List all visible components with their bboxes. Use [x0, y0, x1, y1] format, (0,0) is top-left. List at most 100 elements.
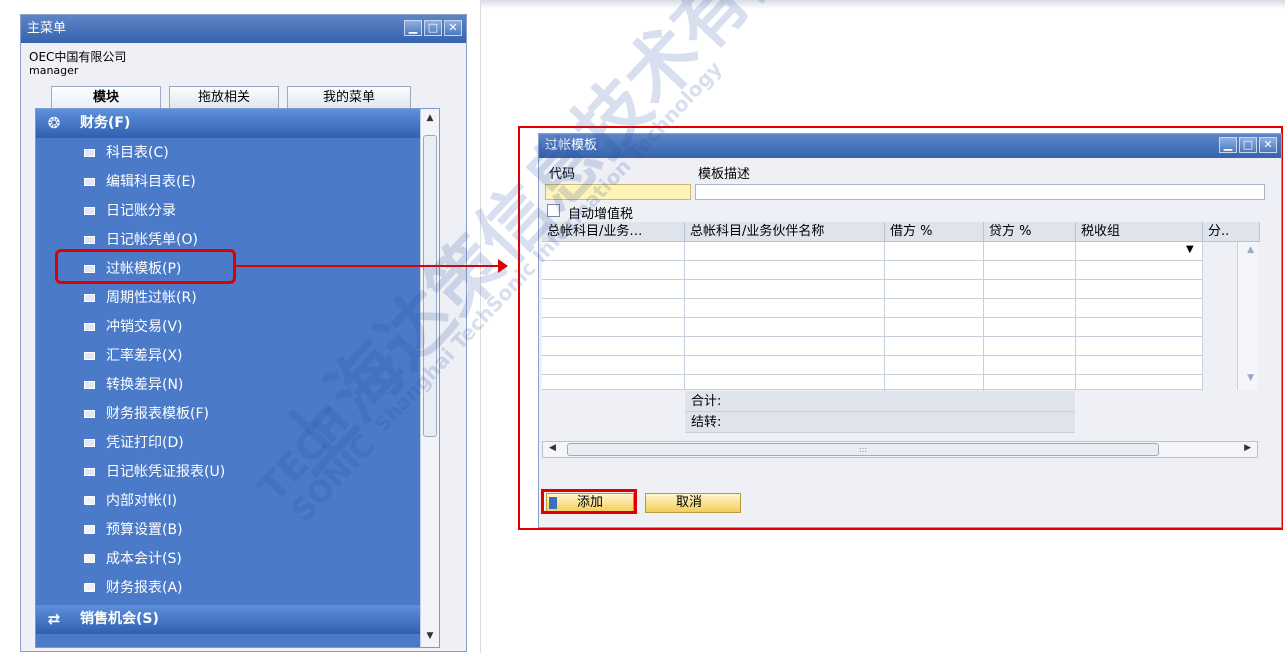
main-menu-titlebar[interactable]: 主菜单 ▁ □ ✕	[21, 15, 466, 43]
tab-my-menu[interactable]: 我的菜单	[287, 86, 411, 108]
maximize-button[interactable]: □	[1239, 137, 1257, 153]
menu-scrollbar[interactable]: ▲ ▼	[420, 109, 439, 647]
menu-item-label: 成本会计(S)	[106, 551, 182, 567]
maximize-button[interactable]: □	[424, 20, 442, 36]
folder-icon	[84, 554, 95, 563]
table-row[interactable]	[542, 242, 1202, 261]
section-opportunities-label: 销售机会(S)	[80, 611, 159, 627]
section-opportunities[interactable]: ⇄ 销售机会(S)	[36, 605, 421, 634]
grid-horizontal-scrollbar[interactable]: ◀ ::: ▶	[542, 441, 1258, 458]
minimize-button[interactable]: ▁	[1219, 137, 1237, 153]
menu-folder-financial-reports[interactable]: 财务报表(A)	[36, 574, 421, 603]
carry-forward-row: 结转:	[685, 412, 1075, 433]
grid-hscroll-thumb[interactable]: :::	[567, 443, 1159, 456]
menu-item-journal-entry[interactable]: 日记账分录	[36, 197, 421, 226]
col-distribution[interactable]: 分..	[1203, 222, 1260, 242]
description-label: 模板描述	[698, 167, 751, 182]
table-row[interactable]	[542, 375, 1202, 390]
menu-item-reverse-transactions[interactable]: 冲销交易(V)	[36, 313, 421, 342]
auto-vat-checkbox[interactable]	[547, 204, 560, 217]
menu-item-label: 转换差异(N)	[106, 377, 184, 393]
grid-line	[684, 242, 685, 390]
scroll-left-icon[interactable]: ◀	[549, 443, 556, 453]
menu-item-label: 科目表(C)	[106, 145, 169, 161]
menu-scroll-thumb[interactable]	[423, 135, 437, 437]
menu-item-label: 凭证打印(D)	[106, 435, 184, 451]
tax-group-dropdown-icon[interactable]: ▼	[1186, 244, 1194, 255]
code-field[interactable]	[545, 184, 691, 200]
scroll-up-icon[interactable]: ▲	[421, 113, 439, 123]
menu-folder-budget-setup[interactable]: 预算设置(B)	[36, 516, 421, 545]
table-row[interactable]	[542, 261, 1202, 280]
table-row[interactable]	[542, 337, 1202, 356]
menu-item-label: 预算设置(B)	[106, 522, 183, 538]
col-gl-name[interactable]: 总帐科目/业务伙伴名称	[685, 222, 885, 242]
menu-folder-cost-accounting[interactable]: 成本会计(S)	[36, 545, 421, 574]
main-menu-title: 主菜单	[27, 21, 67, 36]
section-finance[interactable]: ❂ 财务(F)	[36, 109, 421, 138]
posting-template-titlebar[interactable]: 过帐模板 ▁ □ ✕	[539, 134, 1281, 158]
menu-item-journal-voucher-report[interactable]: 日记帐凭证报表(U)	[36, 458, 421, 487]
callout-arrow-line	[236, 265, 504, 267]
folder-icon	[84, 583, 95, 592]
carry-forward-label: 结转:	[691, 415, 722, 430]
maximize-icon: □	[427, 21, 439, 34]
close-button[interactable]: ✕	[444, 20, 462, 36]
form-icon	[84, 207, 95, 215]
form-icon	[84, 352, 95, 360]
maximize-icon: □	[1242, 138, 1254, 151]
scroll-up-icon[interactable]: ▲	[1247, 245, 1254, 255]
col-tax-group[interactable]: 税收组	[1076, 222, 1203, 242]
posting-template-title: 过帐模板	[545, 138, 598, 153]
menu-item-label: 周期性过帐(R)	[106, 290, 197, 306]
user-name: manager	[29, 64, 79, 77]
grid-line	[1075, 242, 1076, 390]
posting-template-window: 过帐模板 ▁ □ ✕ 代码 模板描述 自动增值税 总帐科目/业务… 总帐科目/业…	[538, 133, 1282, 528]
col-credit-pct[interactable]: 贷方 %	[984, 222, 1076, 242]
posting-template-highlight	[55, 249, 236, 284]
form-icon	[84, 410, 95, 418]
finance-icon: ❂	[47, 114, 61, 132]
menu-item-conversion-differences[interactable]: 转换差异(N)	[36, 371, 421, 400]
col-debit-pct[interactable]: 借方 %	[885, 222, 984, 242]
table-row[interactable]	[542, 356, 1202, 375]
menu-item-label: 汇率差异(X)	[106, 348, 183, 364]
module-menu: ❂ 财务(F) 科目表(C) 编辑科目表(E) 日记账分录 日记帐凭单(O) 过…	[35, 108, 440, 648]
scroll-right-icon[interactable]: ▶	[1244, 443, 1251, 453]
grid-vertical-scrollbar[interactable]: ▲ ▼	[1202, 242, 1258, 390]
close-button[interactable]: ✕	[1259, 137, 1277, 153]
table-row[interactable]	[542, 318, 1202, 337]
total-row: 合计:	[685, 391, 1075, 412]
description-field[interactable]	[695, 184, 1265, 200]
tab-drag-relate[interactable]: 拖放相关	[169, 86, 279, 108]
menu-item-recurring-postings[interactable]: 周期性过帐(R)	[36, 284, 421, 313]
tab-modules[interactable]: 模块	[51, 86, 161, 108]
form-icon	[84, 149, 95, 157]
cancel-button[interactable]: 取消	[645, 493, 741, 513]
form-icon	[84, 178, 95, 186]
minimize-icon: ▁	[1223, 138, 1233, 151]
menu-item-exchange-differences[interactable]: 汇率差异(X)	[36, 342, 421, 371]
menu-item-edit-coa[interactable]: 编辑科目表(E)	[36, 168, 421, 197]
scroll-down-icon[interactable]: ▼	[421, 631, 439, 641]
menu-folder-reconciliation[interactable]: 内部对帐(I)	[36, 487, 421, 516]
menu-item-label: 编辑科目表(E)	[106, 174, 196, 190]
company-name: OEC中国有限公司	[29, 50, 127, 64]
menu-item-label: 财务报表(A)	[106, 580, 183, 596]
menu-item-label: 内部对帐(I)	[106, 493, 178, 509]
menu-item-chart-of-accounts[interactable]: 科目表(C)	[36, 139, 421, 168]
add-button-highlight	[541, 489, 637, 514]
table-row[interactable]	[542, 280, 1202, 299]
grid-scroll-rail[interactable]	[1237, 242, 1258, 390]
top-strip	[480, 0, 1285, 9]
menu-item-document-printing[interactable]: 凭证打印(D)	[36, 429, 421, 458]
close-icon: ✕	[448, 21, 458, 34]
form-icon	[84, 439, 95, 447]
folder-icon	[84, 496, 95, 505]
table-row[interactable]	[542, 299, 1202, 318]
menu-item-fin-report-templates[interactable]: 财务报表模板(F)	[36, 400, 421, 429]
form-icon	[84, 236, 95, 244]
minimize-button[interactable]: ▁	[404, 20, 422, 36]
scroll-down-icon[interactable]: ▼	[1247, 373, 1254, 383]
col-gl-account[interactable]: 总帐科目/业务…	[542, 222, 685, 242]
